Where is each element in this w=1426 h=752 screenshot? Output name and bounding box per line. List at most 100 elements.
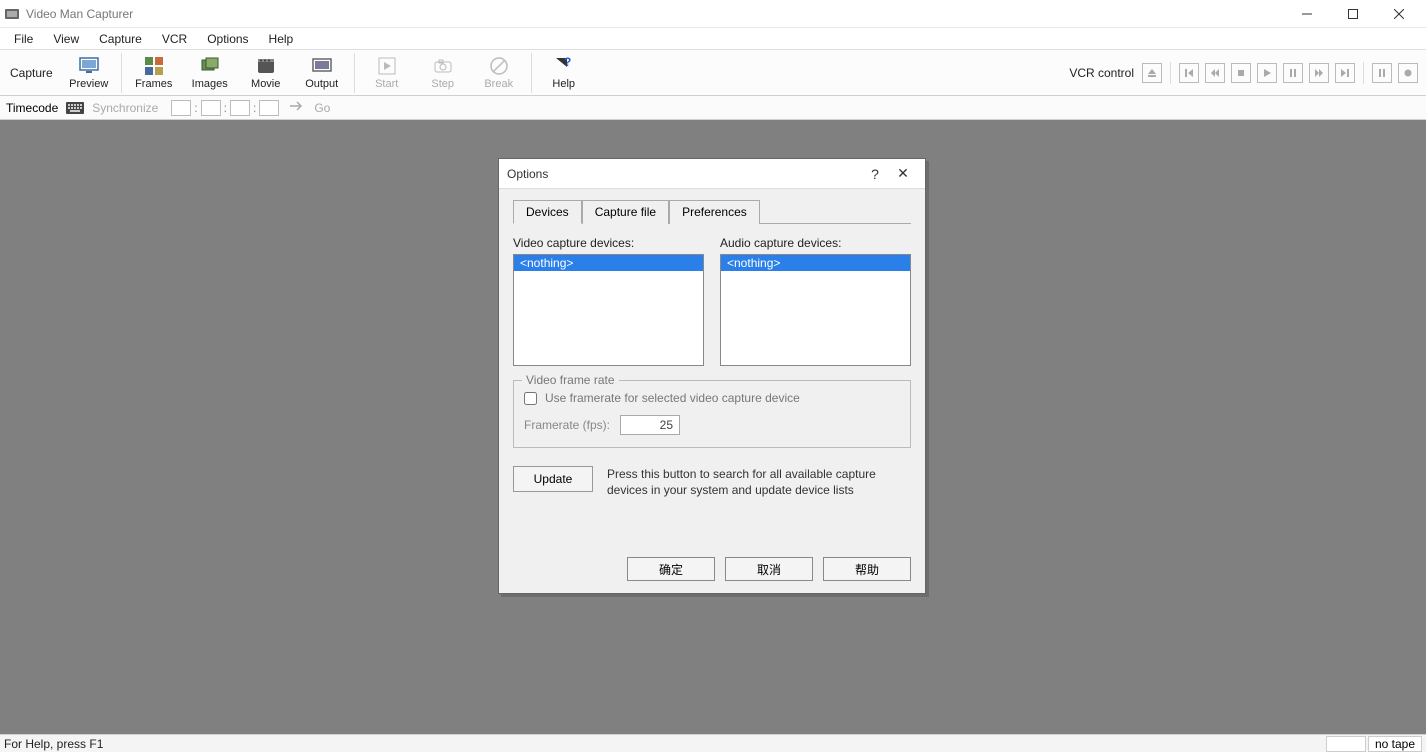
timecode-colon: : bbox=[253, 101, 256, 115]
help-button[interactable]: 帮助 bbox=[823, 557, 911, 581]
camera-icon bbox=[432, 55, 454, 77]
menu-vcr[interactable]: VCR bbox=[152, 30, 197, 48]
stop-icon bbox=[488, 55, 510, 77]
status-tape: no tape bbox=[1368, 736, 1422, 752]
audio-devices-listbox[interactable]: <nothing> bbox=[720, 254, 911, 366]
update-row: Update Press this button to search for a… bbox=[513, 466, 911, 498]
menu-options[interactable]: Options bbox=[197, 30, 258, 48]
toolbar-step-label: Step bbox=[431, 78, 454, 90]
play-icon bbox=[376, 55, 398, 77]
vcr-forward-button[interactable] bbox=[1309, 63, 1329, 83]
svg-text:?: ? bbox=[564, 55, 571, 69]
menu-capture[interactable]: Capture bbox=[89, 30, 152, 48]
video-device-item[interactable]: <nothing> bbox=[514, 255, 703, 271]
dialog-close-button[interactable]: ✕ bbox=[889, 165, 917, 182]
output-icon bbox=[311, 55, 333, 77]
framerate-checkbox-row: Use framerate for selected video capture… bbox=[524, 391, 900, 405]
dialog-titlebar: Options ? ✕ bbox=[499, 159, 925, 189]
audio-devices-label: Audio capture devices: bbox=[720, 236, 911, 250]
arrow-icon bbox=[290, 100, 306, 115]
timecode-colon: : bbox=[224, 101, 227, 115]
dialog-title: Options bbox=[507, 167, 861, 181]
audio-device-item[interactable]: <nothing> bbox=[721, 255, 910, 271]
vcr-pause2-button[interactable] bbox=[1372, 63, 1392, 83]
toolbar-break: Break bbox=[471, 51, 527, 95]
vcr-stop-button[interactable] bbox=[1231, 63, 1251, 83]
vcr-prev-button[interactable] bbox=[1179, 63, 1199, 83]
vcr-rewind-button[interactable] bbox=[1205, 63, 1225, 83]
vcr-eject-button[interactable] bbox=[1142, 63, 1162, 83]
timecode-sync: Synchronize bbox=[92, 101, 158, 115]
toolbar-preview-label: Preview bbox=[69, 78, 108, 90]
status-message: For Help, press F1 bbox=[4, 737, 1324, 751]
toolbar: Capture Preview Frames Images Movie Outp… bbox=[0, 50, 1426, 96]
toolbar-step: Step bbox=[415, 51, 471, 95]
tab-devices[interactable]: Devices bbox=[513, 200, 582, 224]
menu-file[interactable]: File bbox=[4, 30, 43, 48]
update-button[interactable]: Update bbox=[513, 466, 593, 492]
toolbar-images-label: Images bbox=[192, 78, 228, 90]
toolbar-separator bbox=[121, 53, 122, 93]
timecode-bar: Timecode Synchronize : : : Go bbox=[0, 96, 1426, 120]
toolbar-images[interactable]: Images bbox=[182, 51, 238, 95]
keyboard-icon bbox=[66, 102, 84, 114]
framerate-checkbox-label: Use framerate for selected video capture… bbox=[545, 391, 800, 405]
vcr-play-button[interactable] bbox=[1257, 63, 1277, 83]
titlebar: Video Man Capturer bbox=[0, 0, 1426, 28]
cancel-button[interactable]: 取消 bbox=[725, 557, 813, 581]
menu-view[interactable]: View bbox=[43, 30, 89, 48]
vcr-control-panel: VCR control bbox=[1069, 62, 1424, 84]
framerate-value-row: Framerate (fps): bbox=[524, 415, 900, 435]
dialog-button-row: 确定 取消 帮助 bbox=[627, 557, 911, 581]
minimize-button[interactable] bbox=[1284, 0, 1330, 28]
images-icon bbox=[199, 55, 221, 77]
status-cell-empty bbox=[1326, 736, 1366, 752]
toolbar-break-label: Break bbox=[484, 78, 513, 90]
framerate-label: Framerate (fps): bbox=[524, 418, 610, 432]
video-devices-listbox[interactable]: <nothing> bbox=[513, 254, 704, 366]
dialog-help-button[interactable]: ? bbox=[861, 166, 889, 182]
frames-icon bbox=[143, 55, 165, 77]
toolbar-output[interactable]: Output bbox=[294, 51, 350, 95]
vcr-label: VCR control bbox=[1069, 66, 1134, 80]
menu-help[interactable]: Help bbox=[259, 30, 304, 48]
toolbar-help-label: Help bbox=[552, 78, 575, 90]
timecode-label: Timecode bbox=[6, 101, 58, 115]
timecode-seconds-input[interactable] bbox=[230, 100, 250, 116]
audio-devices-column: Audio capture devices: <nothing> bbox=[720, 236, 911, 366]
timecode-frames-input[interactable] bbox=[259, 100, 279, 116]
toolbar-movie-label: Movie bbox=[251, 78, 280, 90]
toolbar-help[interactable]: ? Help bbox=[536, 51, 592, 95]
toolbar-movie[interactable]: Movie bbox=[238, 51, 294, 95]
framerate-checkbox[interactable] bbox=[524, 392, 537, 405]
help-icon: ? bbox=[553, 55, 575, 77]
dialog-body: Devices Capture file Preferences Video c… bbox=[499, 189, 925, 510]
framerate-input[interactable] bbox=[620, 415, 680, 435]
toolbar-preview[interactable]: Preview bbox=[61, 51, 117, 95]
framerate-legend: Video frame rate bbox=[522, 373, 619, 387]
close-button[interactable] bbox=[1376, 0, 1422, 28]
timecode-minutes-input[interactable] bbox=[201, 100, 221, 116]
movie-icon bbox=[255, 55, 277, 77]
vcr-pause-button[interactable] bbox=[1283, 63, 1303, 83]
dialog-tabs: Devices Capture file Preferences bbox=[513, 199, 911, 224]
tab-preferences[interactable]: Preferences bbox=[669, 200, 760, 224]
vcr-record-button[interactable] bbox=[1398, 63, 1418, 83]
vcr-next-button[interactable] bbox=[1335, 63, 1355, 83]
ok-button[interactable]: 确定 bbox=[627, 557, 715, 581]
toolbar-frames-label: Frames bbox=[135, 78, 172, 90]
video-devices-column: Video capture devices: <nothing> bbox=[513, 236, 704, 366]
timecode-hours-input[interactable] bbox=[171, 100, 191, 116]
toolbar-capture-label[interactable]: Capture bbox=[2, 66, 61, 80]
menubar: File View Capture VCR Options Help bbox=[0, 28, 1426, 50]
monitor-icon bbox=[78, 55, 100, 77]
vcr-separator bbox=[1363, 62, 1364, 84]
toolbar-separator bbox=[531, 53, 532, 93]
tab-capture-file[interactable]: Capture file bbox=[582, 200, 669, 224]
maximize-button[interactable] bbox=[1330, 0, 1376, 28]
toolbar-frames[interactable]: Frames bbox=[126, 51, 182, 95]
window-title: Video Man Capturer bbox=[26, 7, 1284, 21]
toolbar-output-label: Output bbox=[305, 78, 338, 90]
timecode-colon: : bbox=[194, 101, 197, 115]
toolbar-separator bbox=[354, 53, 355, 93]
